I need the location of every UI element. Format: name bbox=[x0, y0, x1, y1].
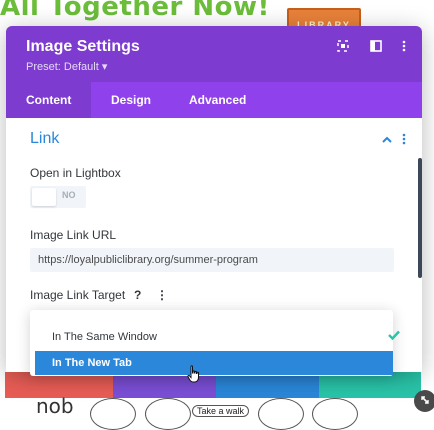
resize-handle-icon[interactable] bbox=[414, 390, 434, 412]
image-link-target-label: Image Link Target bbox=[30, 288, 126, 302]
toggle-knob bbox=[32, 188, 56, 206]
doodle-circle bbox=[312, 398, 358, 430]
option-new-tab[interactable]: In The New Tab bbox=[35, 351, 393, 375]
checkmark-icon bbox=[388, 328, 400, 343]
doodle-circle bbox=[145, 398, 191, 430]
option-same-window[interactable]: In The Same Window bbox=[35, 325, 393, 349]
scrollbar[interactable] bbox=[418, 158, 422, 278]
image-link-url-input[interactable]: https://loyalpubliclibrary.org/summer-pr… bbox=[30, 248, 394, 272]
tab-content[interactable]: Content bbox=[6, 82, 92, 118]
tab-advanced[interactable]: Advanced bbox=[169, 82, 266, 118]
expand-icon[interactable] bbox=[335, 40, 351, 56]
preset-selector[interactable]: Preset: Default ▾ bbox=[26, 60, 107, 73]
settings-tabs: Content Design Advanced bbox=[6, 82, 422, 118]
hand-pointer-icon bbox=[187, 365, 201, 383]
sidebar-icon[interactable] bbox=[368, 40, 384, 56]
section-more-icon[interactable] bbox=[402, 132, 406, 148]
section-title-link[interactable]: Link bbox=[30, 130, 59, 148]
tab-design[interactable]: Design bbox=[91, 82, 171, 118]
link-target-dropdown: In The Same Window In The New Tab bbox=[30, 310, 400, 376]
more-options-icon[interactable] bbox=[396, 40, 412, 56]
collapse-chevron-icon[interactable] bbox=[381, 132, 393, 148]
modal-title: Image Settings bbox=[26, 38, 140, 55]
toggle-value: NO bbox=[62, 190, 76, 200]
image-link-url-label: Image Link URL bbox=[30, 228, 117, 242]
field-more-icon[interactable]: ⋮ bbox=[156, 288, 168, 302]
open-in-lightbox-label: Open in Lightbox bbox=[30, 166, 121, 180]
modal-header: Image Settings Preset: Default ▾ bbox=[6, 26, 422, 82]
help-icon[interactable]: ? bbox=[134, 288, 141, 302]
page-headline: All Together Now! bbox=[0, 0, 270, 22]
doodle-circle bbox=[258, 398, 304, 430]
lightbox-toggle[interactable]: NO bbox=[30, 186, 86, 208]
walk-label: Take a walk bbox=[192, 405, 250, 417]
page-bottom-text: nob bbox=[36, 394, 74, 418]
doodle-circle bbox=[90, 398, 136, 430]
